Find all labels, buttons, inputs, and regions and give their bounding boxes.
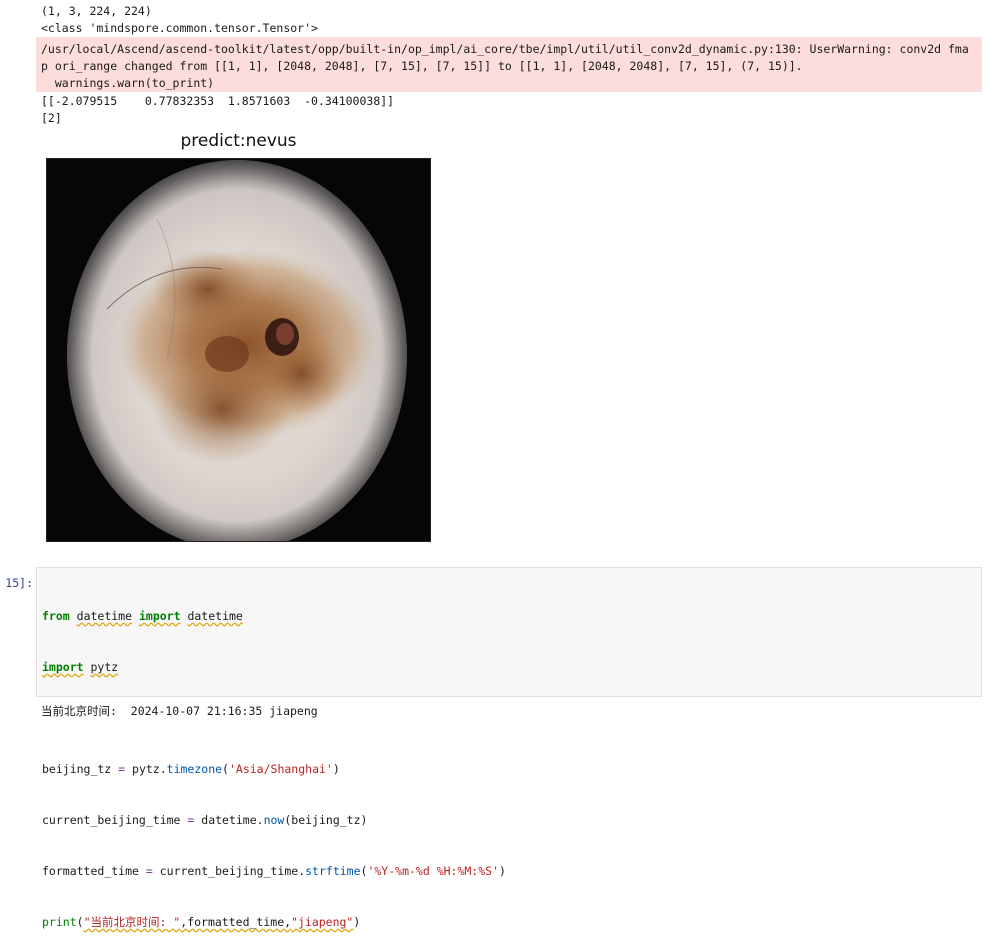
variable: formatted_time bbox=[42, 864, 139, 878]
code-line: formatted_time = current_beijing_time.st… bbox=[42, 863, 981, 880]
code-cell-editor[interactable]: from datetime import datetime import pyt… bbox=[36, 567, 982, 929]
string-literal: '%Y-%m-%d %H:%M:%S' bbox=[367, 864, 500, 878]
variable: beijing_tz bbox=[42, 762, 112, 776]
paren: ) bbox=[353, 915, 361, 929]
string-literal: "jiapeng" bbox=[291, 915, 354, 929]
arguments: (beijing_tz) bbox=[284, 813, 368, 827]
keyword: import bbox=[138, 609, 181, 623]
paren: ( bbox=[76, 915, 84, 929]
figure-title: predict:nevus bbox=[180, 131, 297, 151]
stderr-line: p ori_range changed from [[1, 1], [2048,… bbox=[41, 59, 803, 73]
module-name: pytz bbox=[90, 660, 119, 674]
stderr-line: warnings.warn(to_print) bbox=[41, 76, 215, 90]
keyword: import bbox=[42, 660, 84, 674]
keyword: from bbox=[42, 609, 70, 623]
code-line: print("当前北京时间: ",formatted_time,"jiapeng… bbox=[42, 914, 981, 931]
stderr-line: /usr/local/Ascend/ascend-toolkit/latest/… bbox=[41, 42, 969, 56]
stderr-warning-block: /usr/local/Ascend/ascend-toolkit/latest/… bbox=[36, 37, 982, 92]
output-logits: [[-2.079515 0.77832353 1.8571603 -0.3410… bbox=[41, 94, 395, 108]
object: current_beijing_time. bbox=[159, 864, 306, 878]
paren: ( bbox=[222, 762, 229, 776]
operator: = bbox=[180, 813, 202, 827]
function-name: timezone bbox=[166, 762, 223, 776]
builtin-function: print bbox=[42, 915, 77, 929]
arguments: ,formatted_time, bbox=[180, 915, 292, 929]
string-literal: 'Asia/Shanghai' bbox=[228, 762, 333, 776]
module-name: datetime bbox=[76, 609, 133, 623]
output-prediction-index: [2] bbox=[41, 111, 62, 125]
import-name: datetime bbox=[187, 609, 243, 623]
code-line: from datetime import datetime bbox=[42, 608, 981, 625]
operator: = bbox=[138, 864, 160, 878]
output-type: <class 'mindspore.common.tensor.Tensor'> bbox=[41, 21, 318, 35]
cell-output: 当前北京时间: 2024-10-07 21:16:35 jiapeng bbox=[41, 704, 318, 718]
code-line: beijing_tz = pytz.timezone('Asia/Shangha… bbox=[42, 761, 981, 778]
object: pytz. bbox=[132, 762, 167, 776]
paren: ( bbox=[360, 864, 368, 878]
string-literal: "当前北京时间: " bbox=[83, 915, 181, 929]
function-name: now bbox=[263, 813, 285, 827]
function-name: strftime bbox=[305, 864, 361, 878]
paren: ) bbox=[332, 762, 340, 776]
paren: ) bbox=[499, 864, 506, 878]
cell-prompt: 15]: bbox=[5, 576, 33, 590]
code-line: import pytz bbox=[42, 659, 981, 676]
code-line: current_beijing_time = datetime.now(beij… bbox=[42, 812, 981, 829]
output-shape: (1, 3, 224, 224) bbox=[41, 4, 152, 18]
object: datetime. bbox=[201, 813, 264, 827]
dermoscopy-image bbox=[46, 158, 431, 542]
skin-lesion-image bbox=[47, 159, 430, 541]
variable: current_beijing_time bbox=[42, 813, 181, 827]
operator: = bbox=[111, 762, 133, 776]
